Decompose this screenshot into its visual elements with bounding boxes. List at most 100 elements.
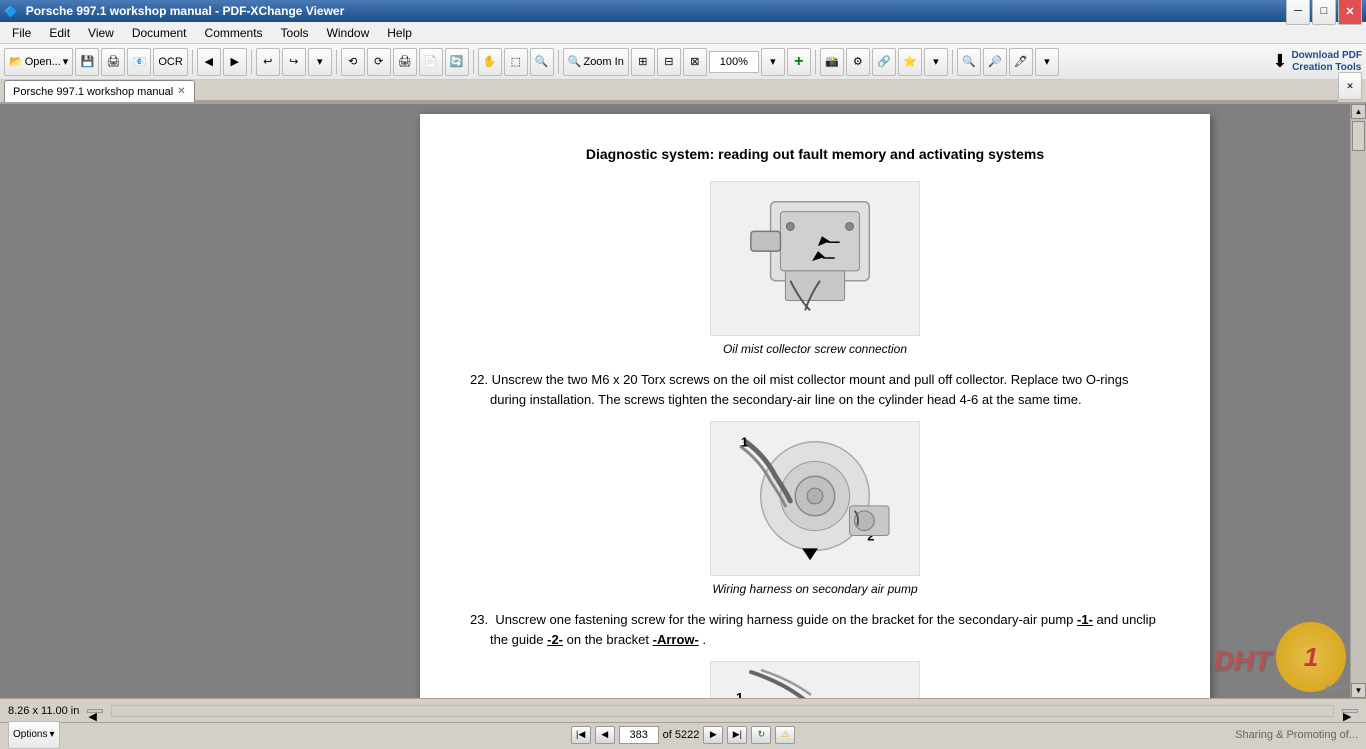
tools-button[interactable]: ⚙	[846, 48, 870, 76]
fit-page-button[interactable]: ⊞	[631, 48, 655, 76]
redo-dropdown[interactable]: ▾	[308, 48, 332, 76]
forward-button[interactable]: ▶	[223, 48, 247, 76]
separator-7	[952, 50, 953, 74]
separator-2	[251, 50, 252, 74]
download-icon[interactable]: ⬇	[1272, 51, 1287, 72]
send-button[interactable]: 📧	[127, 48, 151, 76]
maximize-button[interactable]: □	[1312, 0, 1336, 25]
search-button[interactable]: 🔍	[957, 48, 981, 76]
scroll-down-button[interactable]: ▼	[1351, 683, 1366, 698]
highlight-button[interactable]: 🖊	[1009, 48, 1033, 76]
zoom-plus-button[interactable]: +	[787, 48, 811, 76]
extract-button[interactable]: 📄	[419, 48, 443, 76]
open-label: Open...	[25, 56, 61, 68]
save-button[interactable]: 💾	[75, 48, 99, 76]
open-button[interactable]: 📂 Open... ▾	[4, 48, 73, 76]
step23-ref2: -2-	[547, 632, 563, 647]
minimize-button[interactable]: ─	[1286, 0, 1310, 25]
options-dropdown-icon: ▾	[49, 729, 54, 740]
print2-button[interactable]: 🖨	[393, 48, 417, 76]
menu-window[interactable]: Window	[319, 24, 378, 42]
figure3-image: 1	[710, 661, 920, 698]
zoom-in-button[interactable]: 🔍 Zoom In	[563, 48, 629, 76]
rotate-left-button[interactable]: ⟲	[341, 48, 365, 76]
menu-help[interactable]: Help	[379, 24, 420, 42]
figure2-caption: Wiring harness on secondary air pump	[712, 580, 917, 598]
close-doc-button[interactable]: ✕	[1338, 72, 1362, 100]
page-size-label: 8.26 x 11.00 in	[8, 705, 79, 717]
search2-button[interactable]: 🔎	[983, 48, 1007, 76]
engine-diagram-2: 1 2	[711, 422, 919, 575]
title-bar-left: 🔷 Porsche 997.1 workshop manual - PDF-XC…	[4, 4, 344, 18]
options-label: Options	[13, 729, 47, 740]
warning-button[interactable]: ⚠	[775, 726, 795, 744]
horizontal-scroll-left-button[interactable]: ◀	[87, 709, 103, 713]
options-button[interactable]: Options ▾	[8, 721, 60, 749]
figure1-container: Oil mist collector screw connection	[470, 181, 1160, 358]
step23-ref1: -1-	[1077, 612, 1093, 627]
main-area: Diagnostic system: reading out fault mem…	[0, 104, 1366, 698]
current-page-input[interactable]	[619, 726, 659, 744]
link-button[interactable]: 🔗	[872, 48, 896, 76]
menu-bar: File Edit View Document Comments Tools W…	[0, 22, 1366, 44]
download-pdf-button[interactable]: Download PDF Creation Tools	[1291, 50, 1362, 74]
prev-page-button[interactable]: ◀	[595, 726, 615, 744]
tab-empty-area	[195, 100, 1338, 102]
next-page-button[interactable]: ▶	[703, 726, 723, 744]
document-tab[interactable]: Porsche 997.1 workshop manual ✕	[4, 80, 195, 102]
close-button[interactable]: ✕	[1338, 0, 1362, 25]
zoom-select-button[interactable]: 🔍	[530, 48, 554, 76]
engine-diagram-1	[711, 182, 919, 335]
download-area: ⬇ Download PDF Creation Tools	[1272, 50, 1362, 74]
folder-icon: 📂	[9, 55, 23, 68]
separator-1	[192, 50, 193, 74]
step22-text: 22. Unscrew the two M6 x 20 Torx screws …	[470, 372, 1128, 407]
rotate-right-button[interactable]: ⟳	[367, 48, 391, 76]
fit-width-button[interactable]: ⊟	[657, 48, 681, 76]
menu-file[interactable]: File	[4, 24, 39, 42]
separator-6	[815, 50, 816, 74]
menu-edit[interactable]: Edit	[41, 24, 78, 42]
separator-4	[473, 50, 474, 74]
menu-view[interactable]: View	[80, 24, 122, 42]
last-page-button[interactable]: ▶|	[727, 726, 747, 744]
figure1-image	[710, 181, 920, 336]
undo-button[interactable]: ↩	[256, 48, 280, 76]
replace-button[interactable]: 🔄	[445, 48, 469, 76]
svg-text:1: 1	[741, 435, 748, 450]
scroll-thumb[interactable]	[1352, 121, 1365, 151]
print-button[interactable]: 🖨	[101, 48, 125, 76]
right-scrollbar[interactable]: ▲ ▼	[1350, 104, 1366, 698]
menu-comments[interactable]: Comments	[197, 24, 271, 42]
fit-height-button[interactable]: ⊠	[683, 48, 707, 76]
horizontal-scroll-track[interactable]	[111, 705, 1334, 717]
scroll-up-button[interactable]: ▲	[1351, 104, 1366, 119]
more-tools-button[interactable]: ▾	[924, 48, 948, 76]
page-title: Diagnostic system: reading out fault mem…	[470, 144, 1160, 165]
more-highlight-button[interactable]: ▾	[1035, 48, 1059, 76]
scroll-track[interactable]	[1351, 119, 1366, 683]
tab-close-button[interactable]: ✕	[177, 86, 185, 97]
zoom-dropdown-button[interactable]: ▾	[761, 48, 785, 76]
back-button[interactable]: ◀	[197, 48, 221, 76]
redo-button[interactable]: ↪	[282, 48, 306, 76]
figure3-container: 1	[470, 661, 1160, 698]
menu-tools[interactable]: Tools	[273, 24, 317, 42]
refresh-button[interactable]: ↻	[751, 726, 771, 744]
svg-text:1: 1	[736, 690, 743, 698]
figure2-container: 1 2 Wiring harness on secondary air pump	[470, 421, 1160, 598]
partial-diagram: 1	[711, 662, 920, 698]
left-panel	[0, 104, 280, 698]
step23-text4: .	[703, 632, 707, 647]
snapshot-button[interactable]: 📸	[820, 48, 844, 76]
zoom-value-input[interactable]	[709, 51, 759, 73]
horizontal-scroll-right-button[interactable]: ▶	[1342, 709, 1358, 713]
star-button[interactable]: ⭐	[898, 48, 922, 76]
ocr-button[interactable]: OCR	[153, 48, 187, 76]
right-status-area: Sharing & Promoting of...	[799, 729, 1366, 741]
menu-document[interactable]: Document	[124, 24, 195, 42]
pan-button[interactable]: ✋	[478, 48, 502, 76]
select-button[interactable]: ⬚	[504, 48, 528, 76]
first-page-button[interactable]: |◀	[571, 726, 591, 744]
status-bar: 8.26 x 11.00 in ◀ ▶	[0, 698, 1366, 722]
